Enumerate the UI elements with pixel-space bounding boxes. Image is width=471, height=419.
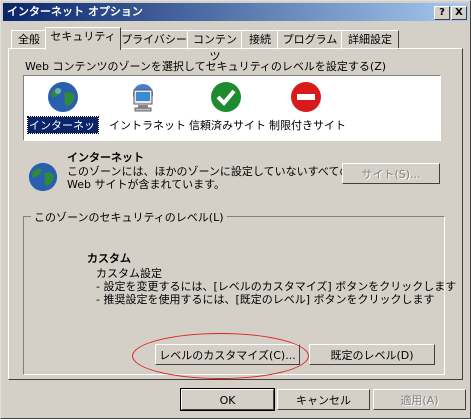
zone-label: 制限付きサイト bbox=[269, 119, 346, 132]
zone-trusted[interactable]: 信頼済みサイト bbox=[188, 80, 266, 133]
level-title: カスタム bbox=[87, 252, 131, 265]
computer-icon bbox=[126, 80, 160, 114]
tab-programs[interactable]: プログラム bbox=[277, 30, 343, 50]
highlight-ellipse bbox=[132, 333, 309, 379]
checkmark-icon bbox=[209, 80, 243, 114]
zone-prompt: Web コンテンツのゾーンを選択してセキュリティのレベルを設定する(Z) bbox=[25, 60, 387, 73]
zone-label: イントラネット bbox=[109, 119, 186, 132]
tab-content[interactable]: コンテンツ bbox=[187, 30, 243, 63]
tab-security[interactable]: セキュリティ bbox=[45, 27, 121, 50]
dialog-window: インターネット オプション ? X 全般 セキュリティ プライバシー コンテンツ… bbox=[0, 0, 471, 419]
title-bar[interactable]: インターネット オプション ? X bbox=[3, 3, 468, 21]
zone-info-desc: Web サイトが含まれています。 bbox=[67, 178, 226, 191]
default-level-button[interactable]: 既定のレベル(D) bbox=[309, 344, 435, 365]
tab-privacy[interactable]: プライバシー bbox=[119, 30, 189, 50]
zone-internet[interactable]: インターネット bbox=[27, 80, 106, 134]
globe-icon bbox=[46, 80, 80, 114]
globe-icon bbox=[27, 161, 59, 196]
no-entry-icon bbox=[289, 80, 323, 114]
zone-label: 信頼済みサイト bbox=[189, 119, 266, 132]
zone-intranet[interactable]: イントラネット bbox=[108, 80, 186, 133]
help-button[interactable]: ? bbox=[434, 6, 450, 20]
tab-connections[interactable]: 接続 bbox=[241, 30, 279, 50]
zone-label: インターネット bbox=[27, 116, 106, 134]
window-title: インターネット オプション bbox=[7, 5, 143, 18]
close-button[interactable]: X bbox=[451, 6, 467, 20]
level-desc: - 推奨設定を使用するには、[既定のレベル] ボタンをクリックします bbox=[96, 293, 435, 306]
tab-advanced[interactable]: 詳細設定 bbox=[341, 30, 399, 50]
tab-general[interactable]: 全般 bbox=[11, 30, 47, 50]
apply-button[interactable]: 適用(A) bbox=[373, 389, 466, 410]
zone-list[interactable]: インターネット イントラネット 信頼済みサイト 制限付きサイト bbox=[23, 75, 441, 141]
ok-button[interactable]: OK bbox=[180, 388, 275, 411]
cancel-button[interactable]: キャンセル bbox=[277, 389, 370, 410]
group-label: このゾーンのセキュリティのレベル(L) bbox=[31, 209, 227, 225]
sites-button[interactable]: サイト(S)... bbox=[342, 163, 440, 184]
zone-restricted[interactable]: 制限付きサイト bbox=[268, 80, 346, 133]
